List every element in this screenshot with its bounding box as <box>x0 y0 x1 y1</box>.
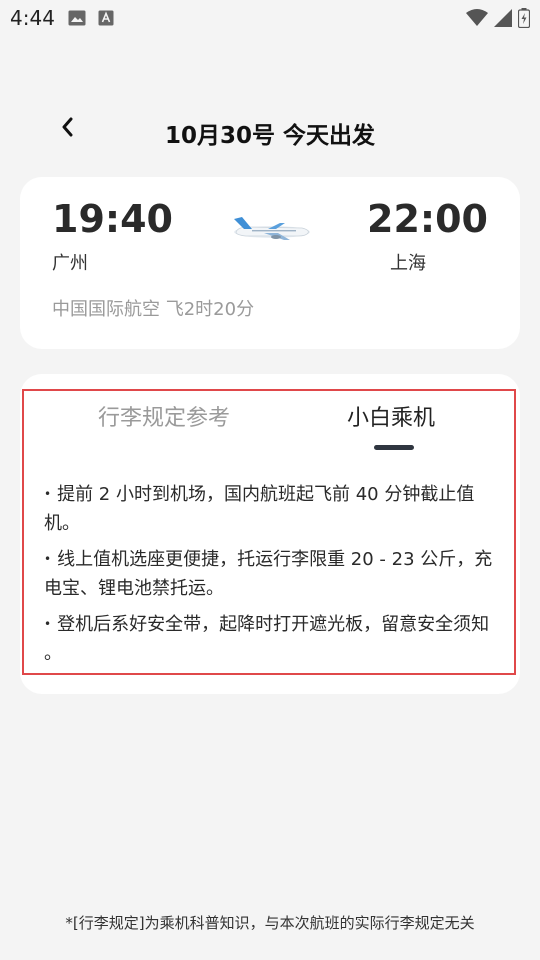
tip-item: • 登机后系好安全带，起降时打开遮光板，留意安全须知 。 <box>44 610 496 668</box>
page-title: 10月30号 今天出发 <box>164 123 376 149</box>
bullet-icon: • <box>44 617 52 631</box>
image-notification-icon <box>68 10 86 30</box>
tip-item: • 提前 2 小时到机场，国内航班起飞前 40 分钟截止值机。 <box>44 480 496 538</box>
arrival-city: 上海 <box>390 253 426 274</box>
airplane-icon <box>228 213 312 247</box>
tab-baggage-rules[interactable]: 行李规定参考 <box>98 400 230 432</box>
departure-city: 广州 <box>52 253 88 274</box>
status-bar: 4:44 <box>0 0 540 36</box>
tip-text: 登机后系好安全带，起降时打开遮光板，留意安全须知 。 <box>44 614 490 664</box>
departure-time: 19:40 <box>52 197 173 241</box>
notification-icons <box>68 10 114 30</box>
wifi-icon <box>466 9 488 31</box>
bullet-icon: • <box>44 487 52 501</box>
tip-text: 线上值机选座更便捷，托运行李限重 20 - 23 公斤，充电宝、锂电池禁托运。 <box>44 549 493 599</box>
tip-text: 提前 2 小时到机场，国内航班起飞前 40 分钟截止值机。 <box>44 484 475 534</box>
bullet-icon: • <box>44 552 52 566</box>
font-notification-icon <box>98 10 114 30</box>
airline-duration: 中国国际航空 飞2时20分 <box>52 299 255 320</box>
tab-beginner-guide[interactable]: 小白乘机 <box>347 400 435 432</box>
system-icons <box>466 8 531 32</box>
active-tab-indicator <box>374 445 414 450</box>
arrival-time: 22:00 <box>367 197 488 241</box>
footnote: *[行李规定]为乘机科普知识，与本次航班的实际行李规定无关 <box>65 914 475 932</box>
page-header: 10月30号 今天出发 <box>0 100 540 160</box>
battery-icon <box>517 8 531 32</box>
tip-item: • 线上值机选座更便捷，托运行李限重 20 - 23 公斤，充电宝、锂电池禁托运。 <box>44 545 496 603</box>
signal-icon <box>494 9 512 31</box>
status-time: 4:44 <box>10 6 55 30</box>
tips-list: • 提前 2 小时到机场，国内航班起飞前 40 分钟截止值机。 • 线上值机选座更便… <box>44 480 496 675</box>
flight-card: 19:40 22:00 广州 上海 中国国际航空 飞2时20分 <box>20 177 520 349</box>
